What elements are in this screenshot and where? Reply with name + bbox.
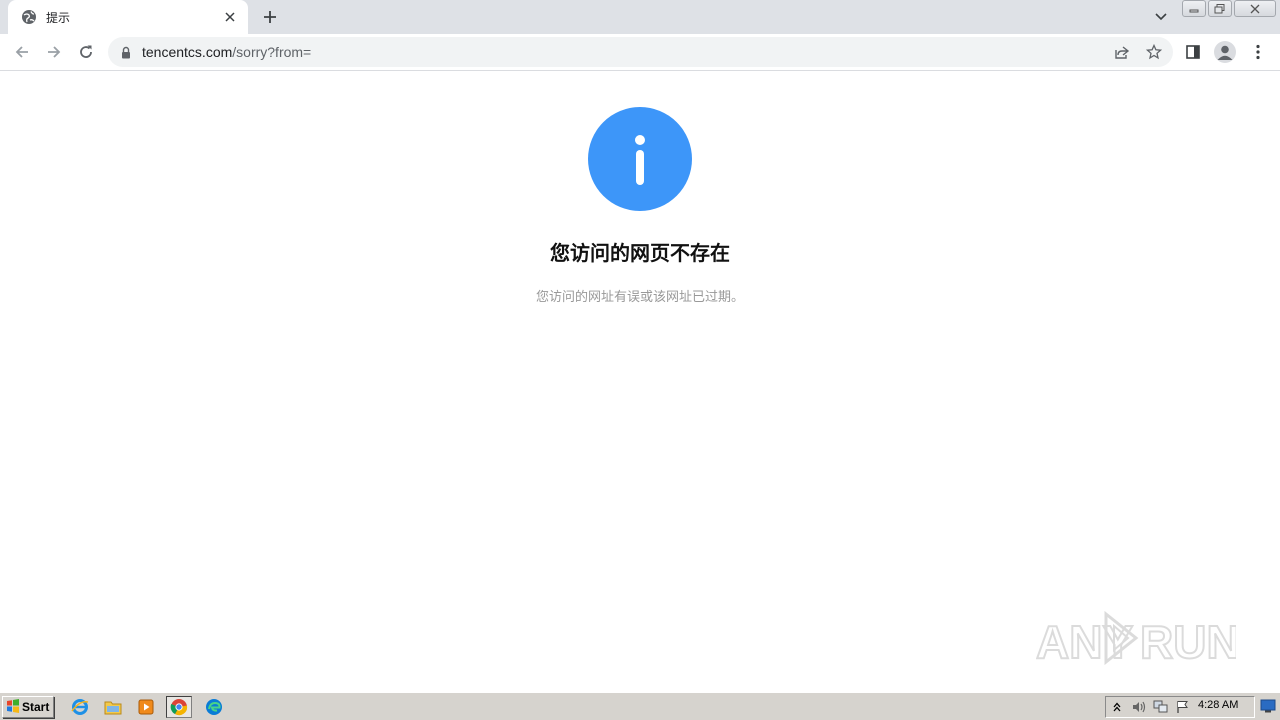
- anyrun-logo-icon: ANY RUN: [1036, 610, 1236, 669]
- windows-taskbar: Start 4:28 AM: [0, 692, 1280, 720]
- media-player-icon[interactable]: [133, 696, 159, 718]
- show-desktop-icon[interactable]: [1260, 698, 1276, 714]
- volume-icon[interactable]: [1128, 698, 1150, 716]
- error-heading: 您访问的网页不存在: [550, 241, 730, 265]
- error-message: 您访问的网址有误或该网址已过期。: [535, 290, 744, 305]
- back-button[interactable]: [10, 40, 34, 64]
- anyrun-watermark: ANY RUN: [1036, 606, 1236, 670]
- tab-close-icon[interactable]: [222, 9, 238, 25]
- url-text[interactable]: tencentcs.com/sorry?from=: [142, 44, 311, 60]
- chrome-icon[interactable]: [166, 696, 192, 718]
- menu-kebab-icon[interactable]: [1246, 40, 1270, 64]
- url-host: tencentcs.com: [142, 44, 233, 60]
- profile-button[interactable]: [1213, 40, 1237, 64]
- tab-search-chevron-icon[interactable]: [1150, 7, 1172, 27]
- close-window-button[interactable]: [1234, 0, 1276, 17]
- windows-flag-icon: [6, 698, 20, 717]
- lock-icon[interactable]: [120, 44, 132, 60]
- tray-expand-icon[interactable]: [1106, 698, 1128, 716]
- internet-explorer-icon[interactable]: [67, 696, 93, 718]
- globe-icon: [21, 9, 37, 25]
- tab-title: 提示: [46, 10, 71, 25]
- avatar-icon: [1214, 41, 1236, 63]
- file-explorer-icon[interactable]: [100, 696, 126, 718]
- start-button[interactable]: Start: [2, 696, 54, 718]
- window-controls: [1182, 0, 1278, 18]
- page-content: 您访问的网页不存在 您访问的网址有误或该网址已过期。: [0, 72, 1280, 692]
- address-bar[interactable]: tencentcs.com/sorry?from=: [108, 37, 1173, 67]
- info-icon: [588, 107, 692, 211]
- reload-button[interactable]: [74, 40, 98, 64]
- side-panel-icon[interactable]: [1181, 40, 1205, 64]
- info-icon-dot: [635, 135, 645, 145]
- network-icon[interactable]: [1150, 698, 1172, 716]
- restore-button[interactable]: [1208, 0, 1232, 17]
- edge-icon[interactable]: [201, 696, 227, 718]
- bookmark-star-icon[interactable]: [1143, 42, 1165, 62]
- info-icon-bar: [636, 150, 644, 185]
- browser-toolbar: tencentcs.com/sorry?from=: [0, 34, 1280, 71]
- new-tab-button[interactable]: [258, 7, 282, 27]
- action-center-flag-icon[interactable]: [1172, 698, 1194, 716]
- svg-text:RUN: RUN: [1140, 616, 1236, 668]
- forward-button[interactable]: [42, 40, 66, 64]
- share-icon[interactable]: [1111, 42, 1133, 62]
- clock[interactable]: 4:28 AM: [1198, 699, 1238, 711]
- url-path: /sorry?from=: [232, 44, 312, 60]
- start-label: Start: [22, 700, 50, 714]
- minimize-button[interactable]: [1182, 0, 1206, 17]
- tab-strip: 提示: [0, 0, 1280, 34]
- browser-tab[interactable]: 提示: [8, 0, 248, 34]
